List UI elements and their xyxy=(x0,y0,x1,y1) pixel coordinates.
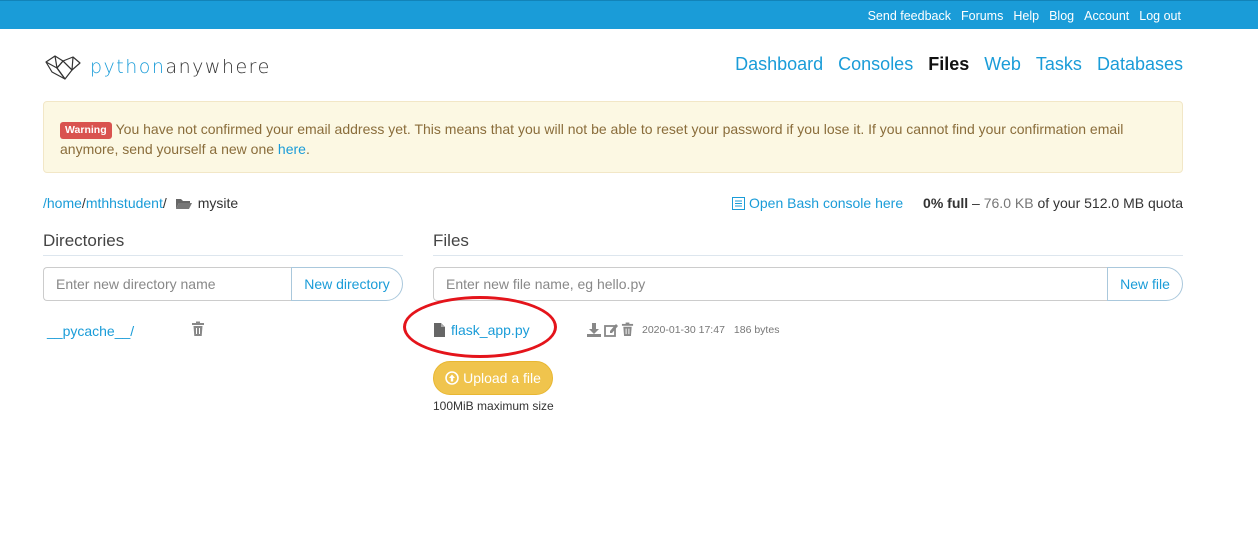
red-annotation-circle xyxy=(403,296,557,358)
main-nav: Dashboard Consoles Files Web Tasks Datab… xyxy=(720,54,1183,75)
snake-logo-icon xyxy=(45,55,81,80)
directories-heading: Directories xyxy=(43,231,403,256)
storage-quota: 0% full – 76.0 KB of your 512.0 MB quota xyxy=(923,195,1183,211)
new-directory-input[interactable] xyxy=(43,267,291,301)
folder-open-icon xyxy=(175,197,193,210)
breadcrumb-current: mysite xyxy=(197,195,239,211)
new-file-button[interactable]: New file xyxy=(1107,267,1183,301)
new-file-input[interactable] xyxy=(433,267,1107,301)
nav-consoles[interactable]: Consoles xyxy=(838,54,913,75)
directory-link[interactable]: __pycache__/ xyxy=(47,323,134,339)
nav-web[interactable]: Web xyxy=(984,54,1021,75)
upload-circle-arrow-icon xyxy=(445,371,459,385)
new-directory-button[interactable]: New directory xyxy=(291,267,403,301)
files-heading: Files xyxy=(433,231,1183,256)
send-feedback-link[interactable]: Send feedback xyxy=(868,9,951,23)
file-metadata: 2020-01-30 17:47 186 bytes xyxy=(642,324,779,336)
breadcrumb-user[interactable]: mthhstudent xyxy=(86,195,163,211)
top-bar-links: Send feedback Forums Help Blog Account L… xyxy=(858,1,1181,30)
resend-email-link[interactable]: here xyxy=(278,141,306,157)
console-icon xyxy=(732,196,745,210)
nav-dashboard[interactable]: Dashboard xyxy=(735,54,823,75)
top-bar: Send feedback Forums Help Blog Account L… xyxy=(0,0,1258,29)
nav-databases[interactable]: Databases xyxy=(1097,54,1183,75)
help-link[interactable]: Help xyxy=(1013,9,1039,23)
log-out-link[interactable]: Log out xyxy=(1139,9,1181,23)
warning-badge: Warning xyxy=(60,122,112,139)
forums-link[interactable]: Forums xyxy=(961,9,1003,23)
warning-message: You have not confirmed your email addres… xyxy=(60,121,1124,157)
open-bash-console-link[interactable]: Open Bash console here xyxy=(732,195,903,211)
download-icon[interactable] xyxy=(587,322,601,337)
nav-files[interactable]: Files xyxy=(928,54,969,75)
nav-tasks[interactable]: Tasks xyxy=(1036,54,1082,75)
delete-directory-trash-icon[interactable] xyxy=(191,321,205,342)
file-actions xyxy=(587,322,637,337)
breadcrumb: /home / mthhstudent / mysite xyxy=(43,195,239,211)
new-directory-form: New directory xyxy=(43,267,403,301)
delete-file-trash-icon[interactable] xyxy=(621,322,634,337)
account-link[interactable]: Account xyxy=(1084,9,1129,23)
file-modified-date: 2020-01-30 17:47 xyxy=(642,324,725,336)
blog-link[interactable]: Blog xyxy=(1049,9,1074,23)
file-size: 186 bytes xyxy=(733,324,780,336)
logo-wordmark: pythonanywhere xyxy=(90,56,271,78)
upload-size-note: 100MiB maximum size xyxy=(433,399,554,413)
edit-icon[interactable] xyxy=(604,323,618,337)
pythonanywhere-logo[interactable]: pythonanywhere xyxy=(43,52,271,82)
email-warning-alert: Warning You have not confirmed your email… xyxy=(43,101,1183,173)
breadcrumb-home[interactable]: /home xyxy=(43,195,82,211)
new-file-form: New file xyxy=(433,267,1183,301)
upload-file-button[interactable]: Upload a file xyxy=(433,361,553,395)
